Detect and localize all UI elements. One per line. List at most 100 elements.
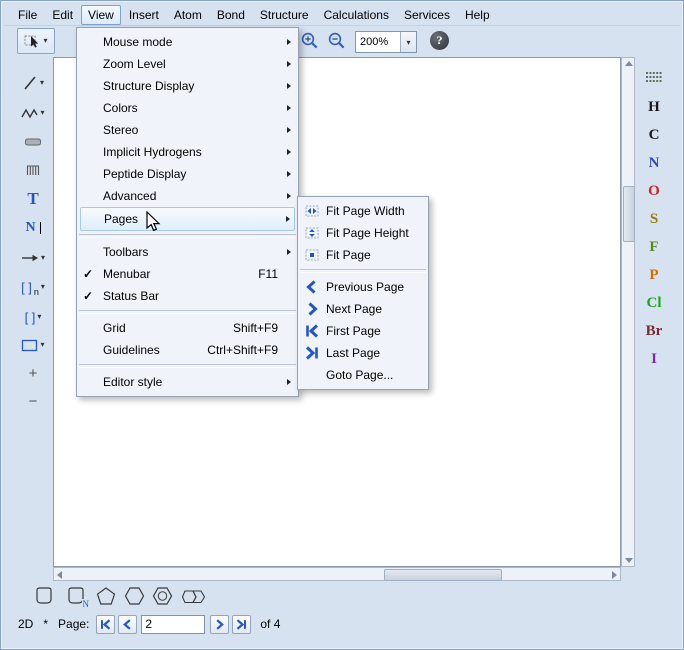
menu-services[interactable]: Services (397, 5, 457, 25)
hexagon-icon (124, 586, 145, 606)
menu-help[interactable]: Help (458, 5, 497, 25)
pages-submenu-popup: Fit Page Width Fit Page Height Fit Page … (297, 196, 429, 390)
combo-dropdown-arrow-icon[interactable]: ▾ (400, 32, 416, 52)
menu-item-advanced[interactable]: Advanced (77, 185, 298, 207)
menu-insert[interactable]: Insert (122, 5, 166, 25)
zoom-level-combo[interactable]: 200% ▾ (355, 31, 417, 53)
template-benzene-button[interactable] (149, 583, 175, 609)
menu-item-mouse-mode[interactable]: Mouse mode (77, 31, 298, 53)
menu-atom[interactable]: Atom (167, 5, 209, 25)
menu-item-status-bar[interactable]: ✓Status Bar (77, 285, 298, 307)
last-page-button[interactable] (232, 615, 251, 634)
bracket-group-tool-button[interactable]: [ ]n ▾ (16, 275, 50, 299)
text-caret-icon (40, 222, 41, 234)
fit-page-height-icon (304, 225, 320, 241)
menu-edit[interactable]: Edit (45, 5, 80, 25)
menu-view[interactable]: View (81, 5, 121, 25)
menu-item-pages[interactable]: Pages (80, 207, 295, 231)
submenu-item-first-page[interactable]: First Page (298, 320, 428, 342)
first-page-button[interactable] (96, 615, 115, 634)
template-n-ring-button[interactable]: N (61, 583, 91, 609)
atom-label-tool-button[interactable]: N (16, 216, 50, 240)
menu-item-stereo[interactable]: Stereo (77, 119, 298, 141)
text-tool-button[interactable]: T (16, 187, 50, 211)
bracket-tool-button[interactable]: [ ] ▾ (16, 305, 50, 329)
menu-calculations[interactable]: Calculations (317, 5, 396, 25)
periodic-table-button[interactable] (639, 65, 669, 89)
text-tool-label: T (27, 189, 38, 209)
submenu-item-goto-page[interactable]: Goto Page... (298, 364, 428, 386)
last-page-icon (236, 619, 247, 630)
charge-minus-button[interactable]: − (16, 389, 50, 413)
submenu-item-last-page[interactable]: Last Page (298, 342, 428, 364)
selection-tool-button[interactable]: ▾ (17, 28, 55, 54)
element-button-f[interactable]: F (640, 235, 668, 259)
menu-item-peptide-display[interactable]: Peptide Display (77, 163, 298, 185)
horizontal-scrollbar[interactable] (53, 567, 621, 581)
vertical-scrollbar-thumb[interactable] (623, 186, 635, 242)
arrow-tool-button[interactable]: ▾ (16, 246, 50, 270)
menu-item-implicit-hydrogens[interactable]: Implicit Hydrogens (77, 141, 298, 163)
view-menu-popup: Mouse mode Zoom Level Structure Display … (76, 27, 299, 397)
element-button-p[interactable]: P (640, 263, 668, 287)
horizontal-scrollbar-thumb[interactable] (384, 569, 502, 581)
eraser-icon (24, 136, 42, 148)
menu-item-editor-style[interactable]: Editor style (77, 371, 298, 393)
menu-item-zoom-level[interactable]: Zoom Level (77, 53, 298, 75)
element-button-n[interactable]: N (640, 151, 668, 175)
scroll-left-icon[interactable] (57, 571, 62, 579)
zoom-in-icon (300, 31, 320, 51)
page-number-input[interactable] (141, 615, 205, 634)
template-rounded-ring-button[interactable] (29, 583, 59, 609)
checkmark-icon: ✓ (83, 289, 103, 303)
scroll-up-icon[interactable] (625, 61, 633, 66)
submenu-item-fit-page-height[interactable]: Fit Page Height (298, 222, 428, 244)
fit-page-width-icon (304, 203, 320, 219)
menu-item-structure-display[interactable]: Structure Display (77, 75, 298, 97)
help-button[interactable]: ? (430, 31, 449, 50)
bond-tool-button[interactable]: ▾ (16, 71, 50, 95)
menu-separator (300, 269, 426, 273)
reaction-arrow-icon (21, 252, 39, 264)
scroll-down-icon[interactable] (625, 558, 633, 563)
element-button-i[interactable]: I (640, 347, 668, 371)
template-cyclopentane-button[interactable] (93, 583, 119, 609)
menu-file[interactable]: File (11, 5, 44, 25)
bond-set-tool-button[interactable] (16, 158, 50, 182)
submenu-item-fit-page[interactable]: Fit Page (298, 244, 428, 266)
rectangle-tool-button[interactable]: ▾ (16, 333, 50, 357)
element-button-h[interactable]: H (640, 95, 668, 119)
menu-item-guidelines[interactable]: GuidelinesCtrl+Shift+F9 (77, 339, 298, 361)
submenu-arrow-icon (287, 61, 291, 67)
next-page-icon (214, 619, 225, 630)
submenu-arrow-icon (286, 216, 290, 222)
next-page-button[interactable] (210, 615, 229, 634)
template-naphthalene-button[interactable] (177, 583, 211, 609)
submenu-item-next-page[interactable]: Next Page (298, 298, 428, 320)
menu-structure[interactable]: Structure (253, 5, 316, 25)
shortcut-label: F11 (258, 267, 280, 281)
vertical-scrollbar[interactable] (621, 57, 635, 567)
submenu-item-fit-page-width[interactable]: Fit Page Width (298, 200, 428, 222)
zoom-in-button[interactable] (299, 30, 321, 52)
element-button-s[interactable]: S (640, 207, 668, 231)
scroll-right-icon[interactable] (612, 571, 617, 579)
menu-item-colors[interactable]: Colors (77, 97, 298, 119)
template-cyclohexane-button[interactable] (121, 583, 147, 609)
atom-tool-label: N (25, 220, 35, 236)
menu-item-grid[interactable]: GridShift+F9 (77, 317, 298, 339)
eraser-tool-button[interactable] (16, 130, 50, 154)
chain-tool-button[interactable]: ▾ (16, 101, 50, 125)
menu-item-toolbars[interactable]: Toolbars (77, 241, 298, 263)
zoom-out-button[interactable] (326, 30, 348, 52)
element-button-c[interactable]: C (640, 123, 668, 147)
element-button-o[interactable]: O (640, 179, 668, 203)
menu-item-menubar[interactable]: ✓MenubarF11 (77, 263, 298, 285)
element-button-cl[interactable]: Cl (640, 291, 668, 315)
menu-bond[interactable]: Bond (210, 5, 252, 25)
charge-plus-button[interactable]: + (16, 361, 50, 385)
submenu-item-previous-page[interactable]: Previous Page (298, 276, 428, 298)
element-button-br[interactable]: Br (640, 319, 668, 343)
previous-page-button[interactable] (118, 615, 137, 634)
submenu-arrow-icon (287, 379, 291, 385)
